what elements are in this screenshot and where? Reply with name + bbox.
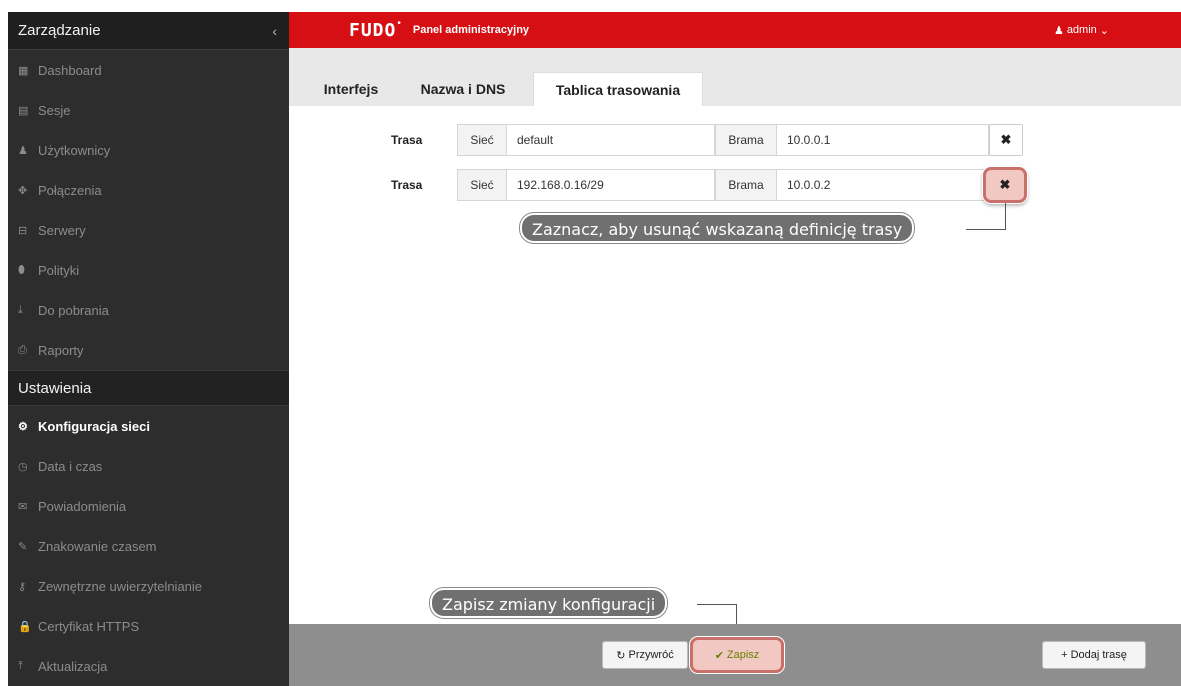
connections-icon: ✥ bbox=[18, 184, 28, 197]
lock-icon: 🔒 bbox=[18, 620, 32, 633]
save-hint-callout: Zapisz zmiany konfiguracji bbox=[430, 588, 668, 618]
sidebar-item-https-cert[interactable]: 🔒 Certyfikat HTTPS bbox=[8, 606, 289, 646]
sidebar-item-label: Połączenia bbox=[38, 182, 102, 198]
collapse-icon[interactable]: ‹ bbox=[272, 23, 277, 39]
logo: FUDO • Panel administracyjny bbox=[349, 17, 530, 41]
sidebar-item-label: Serwery bbox=[38, 222, 86, 238]
network-input[interactable]: default bbox=[507, 124, 715, 156]
delete-hint-callout: Zaznacz, aby usunąć wskazaną definicję t… bbox=[520, 213, 915, 243]
revert-button[interactable]: ↻ Przywróć bbox=[602, 641, 688, 669]
sidebar-item-dashboard[interactable]: ▦ Dashboard bbox=[8, 50, 289, 90]
sidebar-item-notifications[interactable]: ✉ Powiadomienia bbox=[8, 486, 289, 526]
servers-icon: ⊟ bbox=[18, 224, 28, 237]
save-label: Zapisz bbox=[726, 649, 760, 661]
route-row: Trasa Sieć default Brama 10.0.0.1 ✖ bbox=[289, 124, 1181, 156]
delete-route-button[interactable]: ✖ bbox=[989, 124, 1023, 156]
network-input[interactable]: 192.168.0.16/29 bbox=[507, 169, 715, 201]
refresh-icon: ↻ bbox=[616, 649, 626, 662]
close-icon: ✖ bbox=[999, 177, 1011, 192]
plus-icon: + bbox=[1061, 649, 1068, 661]
callout-leader bbox=[1005, 203, 1006, 230]
user-icon: ♟ bbox=[1053, 24, 1064, 37]
tab-name-dns[interactable]: Nazwa i DNS bbox=[407, 72, 519, 106]
sidebar-item-label: Powiadomienia bbox=[38, 498, 127, 514]
clock-icon: ◷ bbox=[18, 460, 28, 473]
sidebar-item-label: Konfiguracja sieci bbox=[38, 418, 150, 434]
dashboard-icon: ▦ bbox=[18, 64, 29, 77]
network-addon: Sieć bbox=[457, 124, 507, 156]
shield-icon: ⬮ bbox=[18, 263, 25, 276]
sidebar-item-update[interactable]: ⤒ Aktualizacja bbox=[8, 646, 289, 686]
callout-leader bbox=[697, 604, 737, 605]
user-name: admin bbox=[1066, 24, 1097, 36]
network-addon: Sieć bbox=[457, 169, 507, 201]
gateway-input[interactable]: 10.0.0.2 bbox=[777, 169, 989, 201]
add-route-button[interactable]: + Dodaj trasę bbox=[1042, 641, 1146, 669]
sidebar-item-label: Użytkownicy bbox=[38, 142, 111, 158]
gateway-addon: Brama bbox=[715, 169, 777, 201]
sidebar-item-servers[interactable]: ⊟ Serwery bbox=[8, 210, 289, 250]
sidebar-item-connections[interactable]: ✥ Połączenia bbox=[8, 170, 289, 210]
tab-interface[interactable]: Interfejs bbox=[311, 72, 391, 106]
sidebar-item-label: Dashboard bbox=[38, 62, 102, 78]
sidebar-item-users[interactable]: ♟ Użytkownicy bbox=[8, 130, 289, 170]
gateway-addon: Brama bbox=[715, 124, 777, 156]
user-menu[interactable]: ♟ admin ⌄ bbox=[1054, 24, 1109, 37]
logo-mark: FUDO bbox=[349, 19, 397, 41]
add-route-label: Dodaj trasę bbox=[1070, 649, 1127, 661]
tab-routing-table[interactable]: Tablica trasowania bbox=[533, 72, 703, 106]
sidebar-item-timestamping[interactable]: ✎ Znakowanie czasem bbox=[8, 526, 289, 566]
save-button[interactable]: ✔ Zapisz bbox=[690, 637, 784, 673]
sidebar-item-date-time[interactable]: ◷ Data i czas bbox=[8, 446, 289, 486]
sidebar: Zarządzanie ‹ ▦ Dashboard ▤ Sesje ♟ Użytkow… bbox=[8, 12, 289, 686]
tabs-bar: Interfejs Nazwa i DNS Tablica trasowania bbox=[289, 48, 1181, 106]
upload-icon: ⤒ bbox=[18, 659, 23, 672]
sidebar-item-label: Data i czas bbox=[38, 458, 103, 474]
sidebar-item-downloads[interactable]: ⤓ Do pobrania bbox=[8, 290, 289, 330]
gears-icon: ⚙ bbox=[18, 420, 28, 433]
download-icon: ⤓ bbox=[18, 303, 23, 316]
sidebar-settings-header: Ustawienia bbox=[8, 370, 289, 406]
route-label: Trasa bbox=[391, 178, 423, 192]
sidebar-header: Zarządzanie ‹ bbox=[8, 12, 289, 50]
logo-dot: • bbox=[397, 17, 401, 29]
sidebar-title: Zarządzanie bbox=[18, 22, 101, 39]
check-icon: ✔ bbox=[714, 649, 724, 662]
users-icon: ♟ bbox=[18, 144, 28, 157]
top-bar: FUDO • Panel administracyjny ♟ admin ⌄ bbox=[289, 12, 1181, 48]
route-row: Trasa Sieć 192.168.0.16/29 Brama 10.0.0.… bbox=[289, 167, 1181, 203]
sidebar-item-reports[interactable]: ⎙ Raporty bbox=[8, 330, 289, 370]
sidebar-item-label: Sesje bbox=[38, 102, 71, 118]
sidebar-item-label: Polityki bbox=[38, 262, 80, 278]
app-title: Panel administracyjny bbox=[412, 24, 530, 36]
key-icon: ⚷ bbox=[18, 580, 27, 593]
sidebar-item-policies[interactable]: ⬮ Polityki bbox=[8, 250, 289, 290]
footer-bar: ↻ Przywróć ✔ Zapisz + Dodaj trasę bbox=[289, 624, 1181, 686]
sidebar-item-label: Certyfikat HTTPS bbox=[38, 618, 140, 634]
sidebar-item-label: Znakowanie czasem bbox=[38, 538, 157, 554]
sidebar-item-external-auth[interactable]: ⚷ Zewnętrzne uwierzytelnianie bbox=[8, 566, 289, 606]
gateway-input[interactable]: 10.0.0.1 bbox=[777, 124, 989, 156]
envelope-icon: ✉ bbox=[18, 500, 28, 513]
close-icon: ✖ bbox=[1000, 132, 1012, 147]
sidebar-item-network-config[interactable]: ⚙ Konfiguracja sieci bbox=[8, 406, 289, 446]
callout-leader bbox=[966, 229, 1006, 230]
delete-route-button[interactable]: ✖ bbox=[983, 167, 1027, 203]
sidebar-item-label: Raporty bbox=[38, 342, 84, 358]
print-icon: ⎙ bbox=[18, 343, 27, 356]
chevron-down-icon: ⌄ bbox=[1099, 24, 1109, 37]
edit-icon: ✎ bbox=[18, 540, 28, 553]
sidebar-item-label: Do pobrania bbox=[38, 302, 109, 318]
sidebar-item-label: Zewnętrzne uwierzytelnianie bbox=[38, 578, 203, 594]
sidebar-item-label: Aktualizacja bbox=[38, 658, 108, 674]
sessions-icon: ▤ bbox=[18, 104, 29, 117]
revert-label: Przywróć bbox=[628, 649, 674, 661]
route-label: Trasa bbox=[391, 133, 423, 147]
sidebar-item-sessions[interactable]: ▤ Sesje bbox=[8, 90, 289, 130]
